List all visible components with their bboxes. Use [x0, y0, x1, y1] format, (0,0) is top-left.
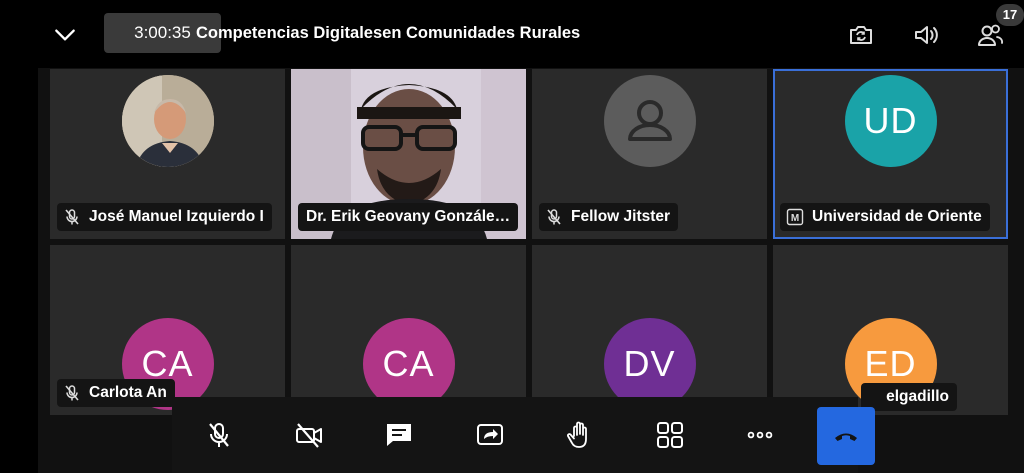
call-toolbar — [172, 397, 875, 473]
participant-tile-active-speaker[interactable]: UD M Universidad de Oriente — [773, 69, 1008, 239]
participant-tile-video[interactable]: Dr. Erik Geovany Gonzále… — [291, 69, 526, 239]
participant-tile[interactable]: DV — [532, 245, 767, 415]
switch-camera-icon[interactable] — [846, 20, 876, 50]
meeting-screen: 3:00:35 Competencias Digitalesen Comunid… — [38, 0, 1024, 473]
toggle-camera-button[interactable] — [289, 415, 329, 455]
more-options-button[interactable] — [740, 415, 780, 455]
hang-up-button[interactable] — [817, 407, 875, 465]
participant-tile[interactable]: CA Carlota An — [50, 245, 285, 415]
participant-name-tag: Carlota An — [57, 379, 175, 407]
top-bar: 3:00:35 Competencias Digitalesen Comunid… — [38, 0, 1024, 68]
chat-button[interactable] — [379, 415, 419, 455]
participant-name: Universidad de Oriente — [812, 208, 982, 225]
user-placeholder-icon — [627, 100, 672, 141]
participant-tile[interactable]: ED elgadillo — [773, 245, 1008, 415]
toggle-microphone-button[interactable] — [199, 415, 239, 455]
more-options-icon — [747, 431, 773, 439]
moderator-icon: M — [786, 208, 804, 226]
participant-count-badge: 17 — [996, 4, 1024, 26]
avatar-photo — [121, 75, 214, 167]
camera-off-icon — [296, 423, 322, 448]
microphone-muted-icon — [65, 385, 79, 401]
participant-name: Dr. Erik Geovany Gonzále… — [306, 208, 511, 225]
participant-name-tag: Fellow Jitster — [539, 203, 679, 231]
raise-hand-button[interactable] — [560, 415, 600, 455]
participant-tile[interactable]: CA — [291, 245, 526, 415]
tile-view-icon — [657, 422, 683, 448]
avatar-placeholder — [603, 75, 696, 167]
avatar-initials: UD — [844, 75, 937, 167]
participant-name-tag: M Universidad de Oriente — [780, 203, 990, 231]
participant-name-tag: Dr. Erik Geovany Gonzále… — [298, 203, 519, 231]
microphone-muted-icon — [209, 423, 229, 447]
participant-name: José Manuel Izquierdo I — [89, 208, 264, 225]
speaker-icon[interactable] — [911, 20, 941, 50]
participant-tile[interactable]: José Manuel Izquierdo I — [50, 69, 285, 239]
participant-name: Carlota An — [89, 384, 167, 401]
share-screen-icon — [477, 424, 503, 445]
meeting-title: Competencias Digitalesen Comunidades Rur… — [196, 24, 581, 42]
person-photo-icon — [121, 75, 214, 167]
microphone-muted-icon — [65, 209, 79, 225]
tile-view-button[interactable] — [650, 415, 690, 455]
chat-icon — [387, 424, 411, 446]
participant-name-tag: José Manuel Izquierdo I — [57, 203, 272, 231]
participant-name: Fellow Jitster — [571, 208, 671, 225]
microphone-muted-icon — [547, 209, 561, 225]
svg-text:M: M — [791, 213, 799, 224]
participant-tile[interactable]: Fellow Jitster — [532, 69, 767, 239]
hang-up-icon — [835, 433, 857, 441]
raise-hand-icon — [567, 421, 587, 448]
chevron-down-icon[interactable] — [52, 22, 78, 48]
share-screen-button[interactable] — [470, 415, 510, 455]
participant-name-tag: elgadillo — [861, 383, 957, 411]
